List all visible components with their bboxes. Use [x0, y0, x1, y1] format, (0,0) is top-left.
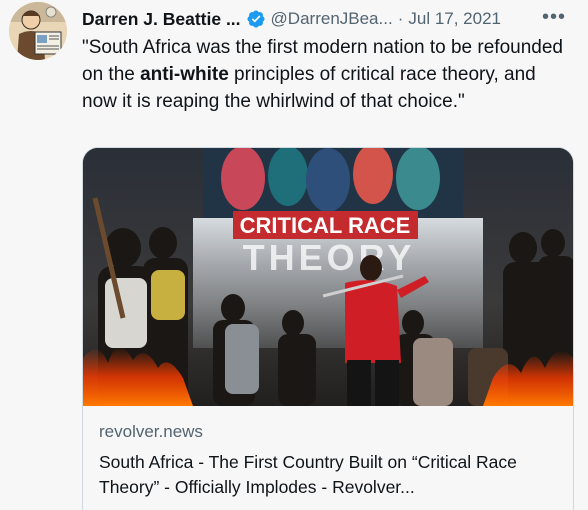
card-image-caption-2: THEORY [243, 237, 416, 278]
avatar[interactable] [9, 2, 67, 60]
tweet-header: Darren J. Beattie ... @DarrenJBea... · J… [82, 6, 578, 32]
avatar-illustration [9, 2, 67, 60]
tweet-text: "South Africa was the first modern natio… [82, 34, 572, 115]
more-icon[interactable]: ••• [542, 6, 566, 29]
separator-dot: · [397, 9, 404, 28]
card-title[interactable]: South Africa - The First Country Built o… [99, 450, 559, 500]
tweet-text-bold: anti-white [140, 64, 229, 85]
author-handle[interactable]: @DarrenJBea... [271, 9, 393, 29]
card-image[interactable]: CRITICAL RACE THEORY [83, 148, 573, 406]
card-image-caption: CRITICAL RACE [240, 213, 411, 238]
verified-badge-icon [246, 9, 266, 29]
card-domain[interactable]: revolver.news [99, 422, 203, 442]
author-name[interactable]: Darren J. Beattie ... [82, 9, 241, 30]
tweet-date[interactable]: Jul 17, 2021 [408, 9, 501, 29]
tweet[interactable]: Darren J. Beattie ... @DarrenJBea... · J… [0, 0, 588, 510]
link-card[interactable]: CRITICAL RACE THEORY revolver.news South… [82, 147, 574, 510]
